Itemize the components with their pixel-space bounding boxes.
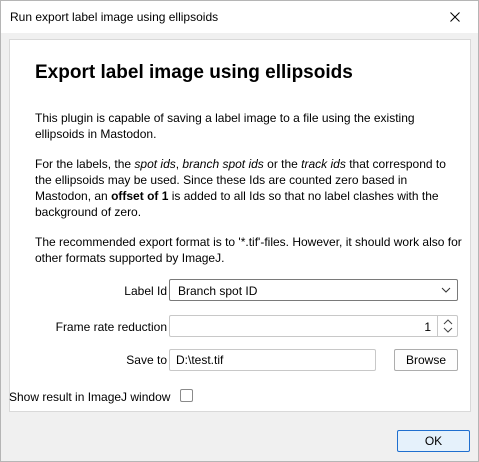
up-down-arrows-icon (443, 319, 453, 333)
save-to-label: Save to (126, 353, 167, 367)
show-result-label: Show result in ImageJ window (9, 390, 171, 404)
label-id-dropdown[interactable]: Branch spot ID (169, 279, 458, 301)
paragraph-emphasis: branch spot ids (182, 157, 264, 171)
show-result-checkbox[interactable] (180, 389, 193, 402)
close-icon (450, 12, 460, 22)
frame-rate-value: 1 (424, 320, 431, 334)
dialog-window: Run export label image using ellipsoids … (0, 0, 479, 462)
close-button[interactable] (432, 1, 478, 33)
frame-rate-label: Frame rate reduction (55, 320, 167, 334)
ok-button-label: OK (424, 434, 443, 448)
window-title: Run export label image using ellipsoids (10, 10, 219, 24)
spinner-arrows[interactable] (437, 316, 457, 336)
label-id-value: Branch spot ID (178, 284, 258, 298)
save-path-field[interactable] (169, 349, 376, 371)
description-paragraph-2: For the labels, the spot ids, branch spo… (35, 156, 465, 220)
browse-button-label: Browse (405, 353, 446, 367)
paragraph-emphasis: track ids (301, 157, 346, 171)
ok-button[interactable]: OK (397, 430, 470, 452)
description-paragraph-3: The recommended export format is to '*.t… (35, 235, 462, 265)
label-id-label: Label Id (124, 284, 167, 298)
browse-button[interactable]: Browse (394, 349, 458, 371)
paragraph-text: For the labels, the (35, 157, 135, 171)
description-paragraph-1: This plugin is capable of saving a label… (35, 111, 415, 141)
frame-rate-spinner[interactable]: 1 (169, 315, 458, 337)
title-bar: Run export label image using ellipsoids (1, 1, 478, 33)
chevron-down-icon (441, 287, 451, 293)
paragraph-strong: offset of 1 (111, 189, 169, 203)
paragraph-text: or the (263, 157, 302, 171)
paragraph-emphasis: spot ids (134, 157, 176, 171)
page-title: Export label image using ellipsoids (35, 62, 353, 83)
save-path-input[interactable] (170, 350, 375, 370)
